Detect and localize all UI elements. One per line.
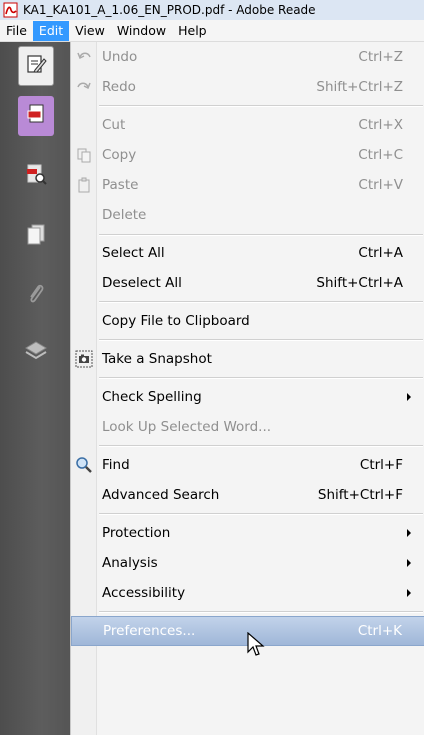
menu-item-label: Accessibility — [102, 585, 186, 601]
menu-item-take-a-snapshot[interactable]: Take a Snapshot — [71, 344, 424, 374]
menu-item-label: Preferences... — [103, 623, 196, 639]
paperclip-icon — [24, 282, 48, 310]
menu-item-find[interactable]: Find Ctrl+F — [71, 450, 424, 480]
menu-item-delete[interactable]: Delete — [71, 200, 424, 230]
menu-item-shortcut: Ctrl+A — [358, 245, 403, 261]
submenu-arrow-icon — [407, 559, 411, 567]
menu-separator — [99, 611, 423, 613]
menu-view[interactable]: View — [69, 21, 111, 41]
menu-item-analysis[interactable]: Analysis — [71, 548, 424, 578]
menu-item-label: Redo — [102, 79, 136, 95]
sidebar-edit-tool-button[interactable] — [18, 46, 54, 86]
adobe-pdf-icon — [3, 2, 19, 18]
magnifier-icon — [75, 456, 93, 474]
menu-bar: File Edit View Window Help — [0, 20, 424, 42]
menu-item-check-spelling[interactable]: Check Spelling — [71, 382, 424, 412]
menu-item-label: Deselect All — [102, 275, 182, 291]
redo-icon — [75, 78, 93, 96]
window-title: KA1_KA101_A_1.06_EN_PROD.pdf - Adobe Rea… — [23, 3, 316, 17]
mouse-pointer-icon — [246, 631, 266, 658]
copy-icon — [75, 146, 93, 164]
menu-item-shortcut: Shift+Ctrl+A — [316, 275, 403, 291]
menu-item-advanced-search[interactable]: Advanced Search Shift+Ctrl+F — [71, 480, 424, 510]
menu-item-copy[interactable]: Copy Ctrl+C — [71, 140, 424, 170]
pages-icon — [24, 222, 48, 250]
document-search-icon — [24, 162, 48, 190]
sidebar-pages-thumbnails-button[interactable] — [18, 216, 54, 256]
menu-item-shortcut: Ctrl+C — [358, 147, 403, 163]
paste-icon — [75, 176, 93, 194]
navigation-pane — [0, 42, 70, 735]
menu-edit[interactable]: Edit — [32, 20, 70, 41]
menu-item-look-up-selected-word[interactable]: Look Up Selected Word... — [71, 412, 424, 442]
menu-window[interactable]: Window — [111, 21, 172, 41]
undo-icon — [75, 48, 93, 66]
submenu-arrow-icon — [407, 393, 411, 401]
menu-item-undo[interactable]: Undo Ctrl+Z — [71, 42, 424, 72]
menu-item-label: Find — [102, 457, 130, 473]
menu-item-shortcut: Ctrl+X — [358, 117, 403, 133]
menu-item-copy-file-to-clipboard[interactable]: Copy File to Clipboard — [71, 306, 424, 336]
menu-separator — [99, 234, 423, 236]
sidebar-search-button[interactable] — [18, 156, 54, 196]
menu-separator — [99, 105, 423, 107]
sidebar-layers-button[interactable] — [18, 332, 54, 372]
menu-item-select-all[interactable]: Select All Ctrl+A — [71, 238, 424, 268]
menu-item-shortcut: Ctrl+Z — [358, 49, 403, 65]
sidebar-attachments-button[interactable] — [18, 276, 54, 316]
menu-item-shortcut: Shift+Ctrl+Z — [316, 79, 403, 95]
menu-item-label: Delete — [102, 207, 147, 223]
menu-item-label: Advanced Search — [102, 487, 220, 503]
menu-item-shortcut: Ctrl+K — [357, 623, 402, 639]
menu-file[interactable]: File — [0, 21, 33, 41]
menu-item-label: Copy — [102, 147, 137, 163]
menu-item-shortcut: Ctrl+F — [359, 457, 403, 473]
title-bar: KA1_KA101_A_1.06_EN_PROD.pdf - Adobe Rea… — [0, 0, 424, 20]
menu-separator — [99, 377, 423, 379]
menu-item-label: Select All — [102, 245, 165, 261]
menu-item-label: Analysis — [102, 555, 158, 571]
camera-icon — [75, 350, 93, 368]
menu-item-cut[interactable]: Cut Ctrl+X — [71, 110, 424, 140]
menu-separator — [99, 513, 423, 515]
pdf-page-icon — [24, 102, 48, 130]
menu-help[interactable]: Help — [172, 21, 213, 41]
menu-separator — [99, 339, 423, 341]
layers-icon — [23, 338, 49, 366]
edit-document-icon — [25, 53, 47, 79]
menu-item-label: Protection — [102, 525, 171, 541]
submenu-arrow-icon — [407, 529, 411, 537]
menu-item-label: Undo — [102, 49, 138, 65]
menu-item-deselect-all[interactable]: Deselect All Shift+Ctrl+A — [71, 268, 424, 298]
menu-item-redo[interactable]: Redo Shift+Ctrl+Z — [71, 72, 424, 102]
menu-item-label: Paste — [102, 177, 139, 193]
menu-item-accessibility[interactable]: Accessibility — [71, 578, 424, 608]
sidebar-pages-button[interactable] — [18, 96, 54, 136]
menu-item-paste[interactable]: Paste Ctrl+V — [71, 170, 424, 200]
menu-item-label: Cut — [102, 117, 126, 133]
menu-item-protection[interactable]: Protection — [71, 518, 424, 548]
menu-item-label: Copy File to Clipboard — [102, 313, 250, 329]
submenu-arrow-icon — [407, 589, 411, 597]
menu-item-shortcut: Shift+Ctrl+F — [317, 487, 403, 503]
menu-item-label: Take a Snapshot — [102, 351, 212, 367]
menu-item-shortcut: Ctrl+V — [358, 177, 403, 193]
menu-separator — [99, 445, 423, 447]
menu-separator — [99, 301, 423, 303]
menu-item-label: Look Up Selected Word... — [102, 419, 272, 435]
menu-item-label: Check Spelling — [102, 389, 202, 405]
